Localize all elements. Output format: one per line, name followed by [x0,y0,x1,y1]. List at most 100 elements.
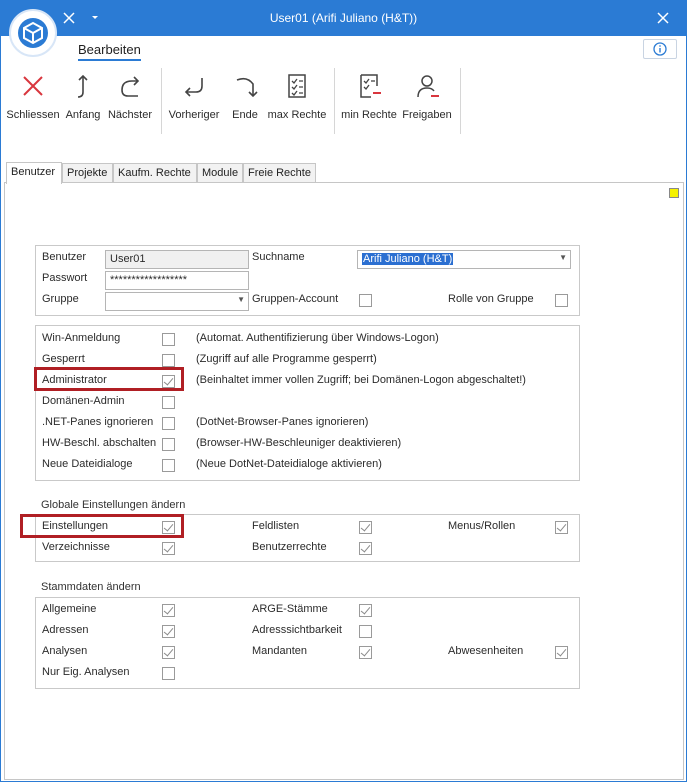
close-tab-icon[interactable] [57,7,81,29]
gesperrt-checkbox[interactable] [162,354,175,367]
benutzerrechte-checkbox[interactable] [359,542,372,555]
highlight-box [20,514,184,538]
stammdaten-item-label: Abwesenheiten [448,645,524,657]
hw-beschl-checkbox[interactable] [162,438,175,451]
ribbon-separator [334,68,335,134]
info-icon [653,42,667,56]
tab-kaufm-rechte[interactable]: Kaufm. Rechte [113,163,197,183]
tab-module[interactable]: Module [197,163,243,183]
nur-eig-analysen-checkbox[interactable] [162,667,175,680]
gruppe-label: Gruppe [42,293,79,305]
user-share-icon [417,75,439,98]
adresssichtbarkeit-checkbox[interactable] [359,625,372,638]
globale-title: Globale Einstellungen ändern [41,499,186,511]
mandanten-checkbox[interactable] [359,646,372,659]
checklist-minus-icon [360,74,381,98]
status-marker [669,188,679,198]
rolle-von-gruppe-label: Rolle von Gruppe [448,293,534,305]
analysen-checkbox[interactable] [162,646,175,659]
verzeichnisse-checkbox[interactable] [162,542,175,555]
share-button-label: Freigaben [402,109,452,121]
last-button[interactable]: Ende [227,68,263,128]
highlight-box [34,367,184,391]
first-record-icon [77,74,88,98]
flag-label: Domänen-Admin [42,395,125,407]
next-record-icon [121,76,140,97]
neue-dateidialoge-checkbox[interactable] [162,459,175,472]
stammdaten-title: Stammdaten ändern [41,581,141,593]
password-field[interactable]: ****************** [105,271,249,290]
benutzer-field[interactable]: User01 [105,250,249,269]
info-button[interactable] [643,39,677,59]
main-content: Benutzer Projekte Kaufm. Rechte Module F… [4,162,684,780]
flag-label: HW-Beschl. abschalten [42,437,157,449]
stammdaten-item-label: Mandanten [252,645,308,657]
rolle-von-gruppe-checkbox[interactable] [555,294,568,307]
close-button-label: Schliessen [6,109,60,121]
first-button[interactable]: Anfang [63,68,103,128]
user-details-group: Benutzer User01 Passwort ***************… [35,245,580,316]
previous-button-label: Vorheriger [168,109,220,121]
stammdaten-item-label: ARGE-Stämme [252,603,328,615]
min-rights-button[interactable]: min Rechte [341,68,397,128]
share-button[interactable]: Freigaben [401,68,453,128]
ribbon-separator [460,68,461,134]
passwort-label: Passwort [42,272,88,284]
gruppen-account-label: Gruppen-Account [252,293,339,305]
ribbon-tab-bar: Bearbeiten [1,36,686,64]
tab-benutzer[interactable]: Benutzer [6,162,62,184]
adressen-checkbox[interactable] [162,625,175,638]
stammdaten-item-label: Nur Eig. Analysen [42,666,130,678]
stammdaten-group: Allgemeine Adressen Analysen Nur Eig. An… [35,597,580,689]
min-rights-label: min Rechte [341,109,397,121]
abwesenheiten-checkbox[interactable] [555,646,568,659]
stammdaten-item-label: Allgemeine [42,603,97,615]
checklist-icon [288,74,306,98]
flag-description: (Automat. Authentifizierung über Windows… [196,332,439,344]
arge-staemme-checkbox[interactable] [359,604,372,617]
tab-panel-benutzer: Benutzer User01 Passwort ***************… [4,182,684,780]
tab-projekte[interactable]: Projekte [62,163,113,183]
first-button-label: Anfang [65,109,101,121]
app-window: User01 (Arifi Juliano (H&T)) Bearbeiten … [0,0,687,782]
flag-label: Neue Dateidialoge [42,458,133,470]
suchname-label: Suchname [252,251,305,263]
close-button[interactable]: Schliessen [6,68,60,128]
gruppen-account-checkbox[interactable] [359,294,372,307]
quick-access-dropdown-icon[interactable] [83,7,107,29]
next-button-label: Nächster [107,109,153,121]
domaenen-admin-checkbox[interactable] [162,396,175,409]
stammdaten-item-label: Analysen [42,645,88,657]
dropdown-arrow-icon: ▼ [237,295,245,304]
ribbon-separator [161,68,162,134]
win-anmeldung-checkbox[interactable] [162,333,175,346]
tab-freie-rechte[interactable]: Freie Rechte [243,163,316,183]
ribbon-tab-bearbeiten[interactable]: Bearbeiten [78,42,141,61]
last-button-label: Ende [232,109,258,121]
feldlisten-checkbox[interactable] [359,521,372,534]
menus-rollen-checkbox[interactable] [555,521,568,534]
flag-description: (Neue DotNet-Dateidialoge aktivieren) [196,458,382,470]
allgemeine-checkbox[interactable] [162,604,175,617]
title-bar: User01 (Arifi Juliano (H&T)) [1,1,686,36]
suchname-value: Arifi Juliano (H&T) [362,253,454,265]
globale-item-label: Benutzerrechte [252,541,327,553]
globale-item-label: Verzeichnisse [42,541,110,553]
flag-description: (Beinhaltet immer vollen Zugriff; bei Do… [196,374,526,386]
suchname-field[interactable]: Arifi Juliano (H&T) ▼ [357,250,571,269]
window-close-button[interactable] [651,7,675,29]
flag-description: (Browser-HW-Beschleuniger deaktivieren) [196,437,402,449]
stammdaten-item-label: Adressen [42,624,89,636]
flag-label: Win-Anmeldung [42,332,121,344]
gruppe-select[interactable]: ▼ [105,292,249,311]
next-button[interactable]: Nächster [106,68,154,128]
app-logo-icon[interactable] [9,9,57,57]
previous-button[interactable]: Vorheriger [167,68,221,128]
globale-item-label: Feldlisten [252,520,300,532]
previous-record-icon [184,78,203,97]
max-rights-button[interactable]: max Rechte [267,68,327,128]
flag-label: Gesperrt [42,353,85,365]
net-panes-checkbox[interactable] [162,417,175,430]
close-x-icon [23,76,43,96]
tab-strip: Benutzer Projekte Kaufm. Rechte Module F… [4,162,684,184]
